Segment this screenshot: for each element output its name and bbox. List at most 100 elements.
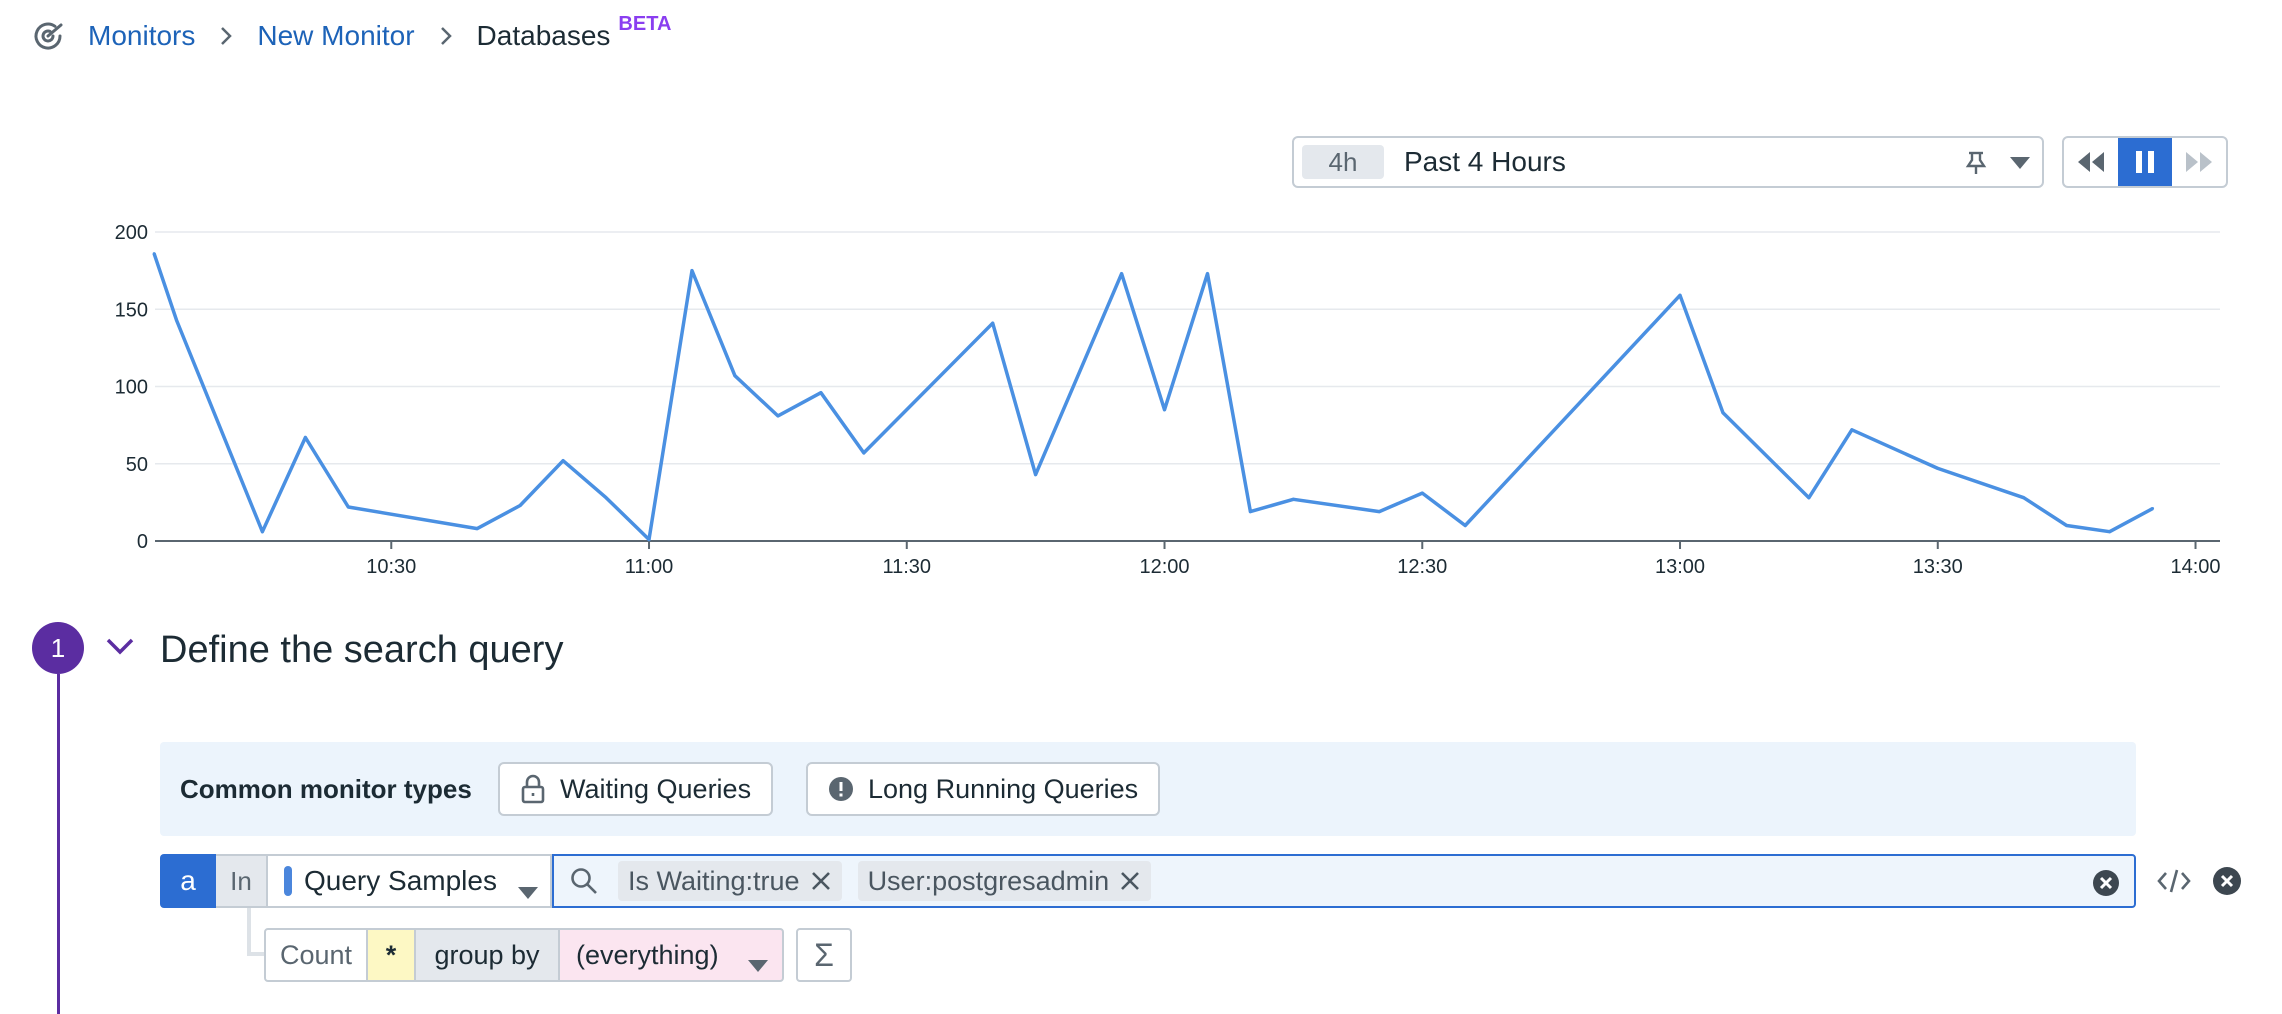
search-query-input[interactable]: Is Waiting:true User:postgresadmin — [552, 854, 2136, 908]
y-tick-label: 50 — [126, 454, 148, 476]
x-tick-label: 13:30 — [1913, 556, 1963, 578]
breadcrumb: Monitors New Monitor Databases BETA — [30, 12, 672, 58]
chart-data-point — [518, 503, 522, 507]
query-letter-badge: a — [160, 854, 216, 908]
caret-down-icon — [518, 874, 538, 906]
chart-data-point — [862, 451, 866, 455]
aggregation-function-select[interactable]: Count — [264, 928, 368, 982]
chart-data-point — [733, 374, 737, 378]
chart-data-point — [1163, 408, 1167, 412]
time-range-picker[interactable]: 4h Past 4 Hours — [1292, 136, 2044, 188]
lock-icon — [520, 774, 546, 804]
time-range-badge: 4h — [1302, 145, 1384, 179]
chart-data-point — [2151, 507, 2155, 511]
chart-data-point — [174, 318, 178, 322]
chart-data-point — [776, 414, 780, 418]
chart-data-point — [475, 527, 479, 531]
chart-data-point — [991, 321, 995, 325]
x-tick-label: 14:00 — [2170, 556, 2220, 578]
chart-data-point — [1248, 510, 1252, 514]
chart-data-point — [152, 252, 156, 256]
filter-tag-user[interactable]: User:postgresadmin — [857, 861, 1152, 901]
chart-data-point — [1034, 473, 1038, 477]
close-icon[interactable] — [810, 870, 832, 892]
group-by-label: group by — [414, 928, 560, 982]
chart-data-point — [1678, 293, 1682, 297]
chart-data-point — [2108, 530, 2112, 534]
playback-controls — [2062, 136, 2228, 188]
filter-tag-is-waiting[interactable]: Is Waiting:true — [618, 861, 842, 901]
pause-button[interactable] — [2118, 138, 2172, 186]
query-tree-connector — [247, 908, 265, 956]
group-by-value: (everything) — [576, 939, 719, 970]
common-monitor-types-panel: Common monitor types Waiting Queries Lon… — [160, 742, 2136, 836]
search-icon — [570, 867, 598, 895]
chart-x-axis: 10:30 11:00 11:30 12:00 12:30 13:00 13:30 14:00 — [366, 541, 2221, 578]
x-tick-label: 11:30 — [882, 556, 931, 578]
beta-badge: BETA — [618, 12, 672, 35]
breadcrumb-monitors-link[interactable]: Monitors — [88, 20, 195, 52]
chart-data-point — [2022, 496, 2026, 500]
chart-data-point — [1291, 497, 1295, 501]
code-view-icon[interactable] — [2156, 866, 2192, 901]
x-tick-label: 12:00 — [1139, 556, 1189, 578]
chevron-right-icon — [219, 25, 233, 47]
chevron-right-icon — [439, 25, 453, 47]
group-by-select[interactable]: (everything) — [558, 928, 784, 982]
chart-data-point — [647, 537, 651, 541]
remove-query-icon[interactable] — [2212, 866, 2242, 901]
data-source-select[interactable]: Query Samples — [266, 854, 552, 908]
breadcrumb-new-monitor-link[interactable]: New Monitor — [257, 20, 414, 52]
aggregation-row: Count * group by (everything) — [264, 928, 784, 982]
chart-data-point — [561, 459, 565, 463]
chart-data-point — [1420, 491, 1424, 495]
chart-y-axis: 0 50 100 150 200 — [115, 222, 148, 553]
filter-tag-label: Is Waiting:true — [628, 865, 800, 896]
chart-data-point — [690, 269, 694, 273]
chart-data-point — [260, 530, 264, 534]
rewind-button[interactable] — [2064, 138, 2118, 186]
chart-series-line — [152, 253, 2154, 542]
step-number-badge: 1 — [32, 622, 84, 674]
clear-search-icon[interactable] — [2092, 869, 2120, 902]
source-color-marker — [284, 866, 292, 896]
y-tick-label: 100 — [115, 377, 148, 399]
chart-data-point — [1850, 428, 1854, 432]
pin-icon[interactable] — [1964, 150, 1988, 181]
chart-data-point — [819, 391, 823, 395]
caret-down-icon[interactable] — [2010, 156, 2030, 174]
y-tick-label: 200 — [115, 222, 148, 244]
add-function-button[interactable]: Σ — [796, 928, 852, 982]
fast-forward-button[interactable] — [2172, 138, 2226, 186]
caret-down-icon — [748, 948, 768, 979]
x-tick-label: 13:00 — [1655, 556, 1705, 578]
chart-data-point — [1120, 272, 1124, 276]
chart-data-point — [303, 435, 307, 439]
long-running-queries-button[interactable]: Long Running Queries — [806, 762, 1161, 816]
chart-gridlines — [155, 231, 2220, 542]
x-tick-label: 10:30 — [366, 556, 416, 578]
query-in-label: In — [216, 854, 266, 908]
chart-data-point — [1936, 466, 1940, 470]
time-range-label: Past 4 Hours — [1404, 146, 1566, 177]
query-row: a In Query Samples Is Waiting:true User:… — [160, 854, 2136, 908]
aggregation-measure-input[interactable]: * — [366, 928, 416, 982]
x-tick-label: 12:30 — [1397, 556, 1447, 578]
monitors-logo-icon — [30, 18, 66, 54]
chart-data-point — [2065, 524, 2069, 528]
data-source-value: Query Samples — [304, 865, 497, 896]
chart-data-point — [1463, 524, 1467, 528]
chart-data-point — [1807, 496, 1811, 500]
common-monitor-types-label: Common monitor types — [180, 774, 472, 804]
long-running-queries-label: Long Running Queries — [868, 773, 1139, 804]
y-tick-label: 150 — [115, 299, 148, 321]
step-title: Define the search query — [160, 629, 564, 671]
chart-data-point — [604, 496, 608, 500]
chart-data-point — [1205, 272, 1209, 276]
close-icon[interactable] — [1119, 870, 1141, 892]
waiting-queries-button[interactable]: Waiting Queries — [498, 762, 774, 816]
chevron-down-icon[interactable] — [104, 634, 136, 663]
filter-tag-label: User:postgresadmin — [867, 865, 1110, 896]
chart-data-point — [1377, 510, 1381, 514]
alert-circle-icon — [828, 776, 854, 802]
